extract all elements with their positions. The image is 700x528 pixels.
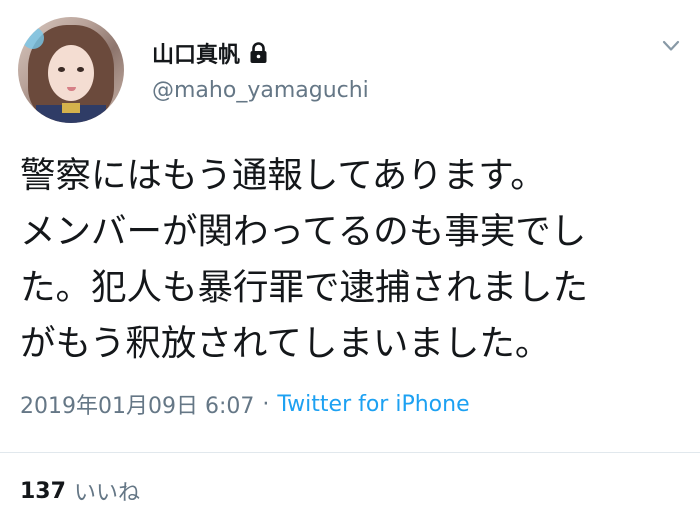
tweet-text: 警察にはもう通報してあります。 メンバーが関わってるのも事実でし た。犯人も暴行… (20, 148, 692, 372)
tweet-card: 山口真帆 @maho_yamaguchi 警察にはもう通報してあります。 メンバ… (0, 0, 700, 528)
tweet-meta: 2019年01月09日 6:07 · Twitter for iPhone (20, 388, 470, 420)
avatar-bow (62, 103, 80, 113)
divider (0, 452, 700, 453)
tweet-source-link[interactable]: Twitter for iPhone (277, 392, 469, 417)
meta-separator: · (262, 391, 270, 417)
likes-count: 137 (20, 478, 66, 504)
avatar-eye-right (77, 67, 84, 72)
likes-label: いいね (73, 481, 140, 506)
chevron-down-icon[interactable] (662, 40, 680, 52)
lock-icon (250, 42, 267, 63)
display-name[interactable]: 山口真帆 (152, 37, 240, 69)
tweet-text-line: 警察にはもう通報してあります。 (20, 155, 546, 196)
tweet-text-line: た。犯人も暴行罪で逮捕されました (20, 267, 589, 308)
avatar-face (48, 45, 94, 101)
avatar-eye-left (58, 67, 65, 72)
name-row: 山口真帆 (152, 38, 268, 68)
user-handle[interactable]: @maho_yamaguchi (152, 78, 369, 103)
avatar[interactable] (18, 17, 124, 123)
tweet-text-line: メンバーが関わってるのも事実でし (20, 211, 587, 252)
avatar-sparkle (22, 27, 44, 49)
likes-row[interactable]: 137 いいね (20, 475, 140, 507)
tweet-timestamp[interactable]: 2019年01月09日 6:07 (20, 388, 254, 420)
tweet-text-line: がもう釈放されてしまいました。 (20, 323, 551, 364)
